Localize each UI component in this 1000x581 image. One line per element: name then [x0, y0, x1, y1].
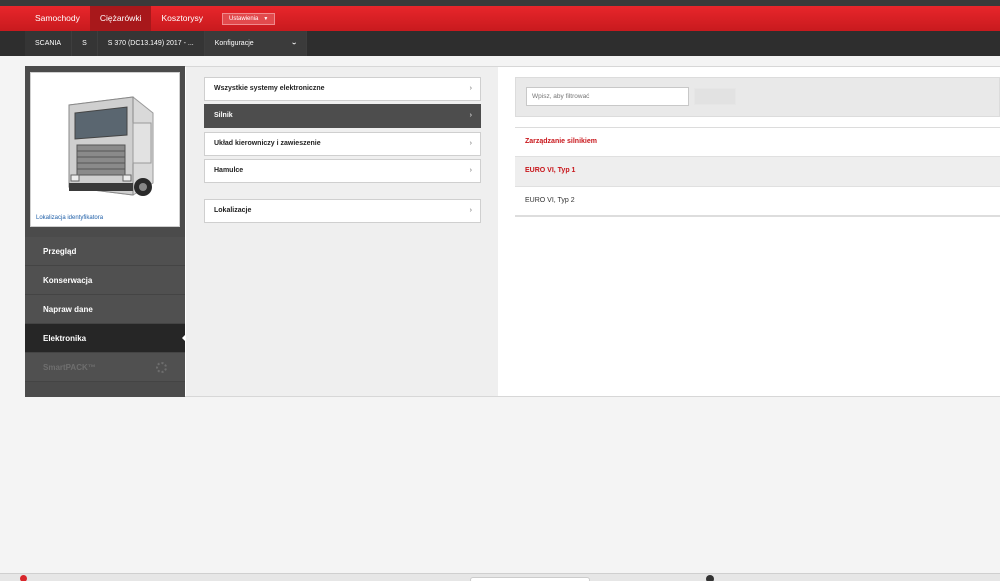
- menu-item-smartpack-label: SmartPACK™: [43, 363, 96, 372]
- result-item-euro6-type1[interactable]: EURO VI, Typ 1: [515, 157, 1000, 187]
- system-item-engine[interactable]: Silnik ›: [204, 104, 481, 128]
- configuration-label: Konfiguracje: [214, 40, 254, 47]
- configuration-dropdown[interactable]: Konfiguracje ›: [204, 31, 307, 56]
- vehicle-menu: Przegląd Konserwacja Napraw dane Elektro…: [25, 237, 186, 382]
- notification-icon[interactable]: [20, 575, 27, 581]
- chevron-right-icon: ›: [469, 85, 472, 92]
- system-item-locations[interactable]: Lokalizacje ›: [204, 199, 481, 223]
- tab-trucks[interactable]: Ciężarówki: [89, 6, 152, 31]
- chevron-right-icon: ›: [469, 140, 472, 147]
- settings-label: Ustawienia: [229, 15, 259, 22]
- system-item-all-electronics[interactable]: Wszystkie systemy elektroniczne ›: [204, 77, 481, 101]
- breadcrumb-series[interactable]: S: [72, 31, 98, 56]
- settings-dropdown[interactable]: Ustawienia ▼: [222, 12, 276, 25]
- menu-item-overview[interactable]: Przegląd: [25, 237, 185, 266]
- system-item-label: Układ kierowniczy i zawieszenie: [214, 140, 321, 147]
- system-item-steering-suspension[interactable]: Układ kierowniczy i zawieszenie ›: [204, 132, 481, 156]
- menu-item-electronics[interactable]: Elektronika: [25, 324, 186, 353]
- vehicle-image-card: Lokalizacja identyfikatora: [30, 72, 180, 227]
- system-item-label: Hamulce: [214, 167, 244, 174]
- system-item-label: Lokalizacje: [214, 207, 252, 214]
- gear-icon: [156, 362, 167, 373]
- filter-button: [694, 88, 736, 105]
- main-nav-bar: Samochody Ciężarówki Kosztorysy Ustawien…: [0, 6, 1000, 31]
- chevron-right-icon: ›: [469, 112, 472, 119]
- tab-estimates[interactable]: Kosztorysy: [151, 6, 213, 31]
- menu-item-smartpack: SmartPACK™: [25, 353, 185, 382]
- menu-item-repair-data[interactable]: Napraw dane: [25, 295, 185, 324]
- chevron-right-icon: ›: [469, 167, 472, 174]
- breadcrumb-model[interactable]: S 370 (DC13.149) 2017 - ...: [97, 31, 205, 56]
- chevron-right-icon: ›: [469, 207, 472, 214]
- identifier-location-link[interactable]: Lokalizacja identyfikatora: [36, 215, 103, 221]
- chevron-down-icon: ›: [289, 42, 299, 45]
- taskbar-search[interactable]: [470, 577, 590, 581]
- app-icon[interactable]: [706, 575, 714, 581]
- vehicle-selection-bar: SCANIA S S 370 (DC13.149) 2017 - ... Kon…: [0, 31, 1000, 56]
- filter-input[interactable]: [526, 87, 689, 106]
- system-item-label: Silnik: [214, 112, 233, 119]
- breadcrumb: SCANIA S S 370 (DC13.149) 2017 - ... Kon…: [25, 31, 307, 56]
- system-item-label: Wszystkie systemy elektroniczne: [214, 85, 325, 92]
- tab-cars[interactable]: Samochody: [25, 6, 90, 31]
- system-item-brakes[interactable]: Hamulce ›: [204, 159, 481, 183]
- chevron-down-icon: ▼: [263, 15, 269, 22]
- truck-image: [68, 96, 154, 196]
- results-heading: Zarządzanie silnikiem: [515, 127, 1000, 157]
- menu-item-maintenance[interactable]: Konserwacja: [25, 266, 185, 295]
- breadcrumb-make[interactable]: SCANIA: [25, 31, 73, 56]
- result-item-euro6-type2[interactable]: EURO VI, Typ 2: [515, 187, 1000, 217]
